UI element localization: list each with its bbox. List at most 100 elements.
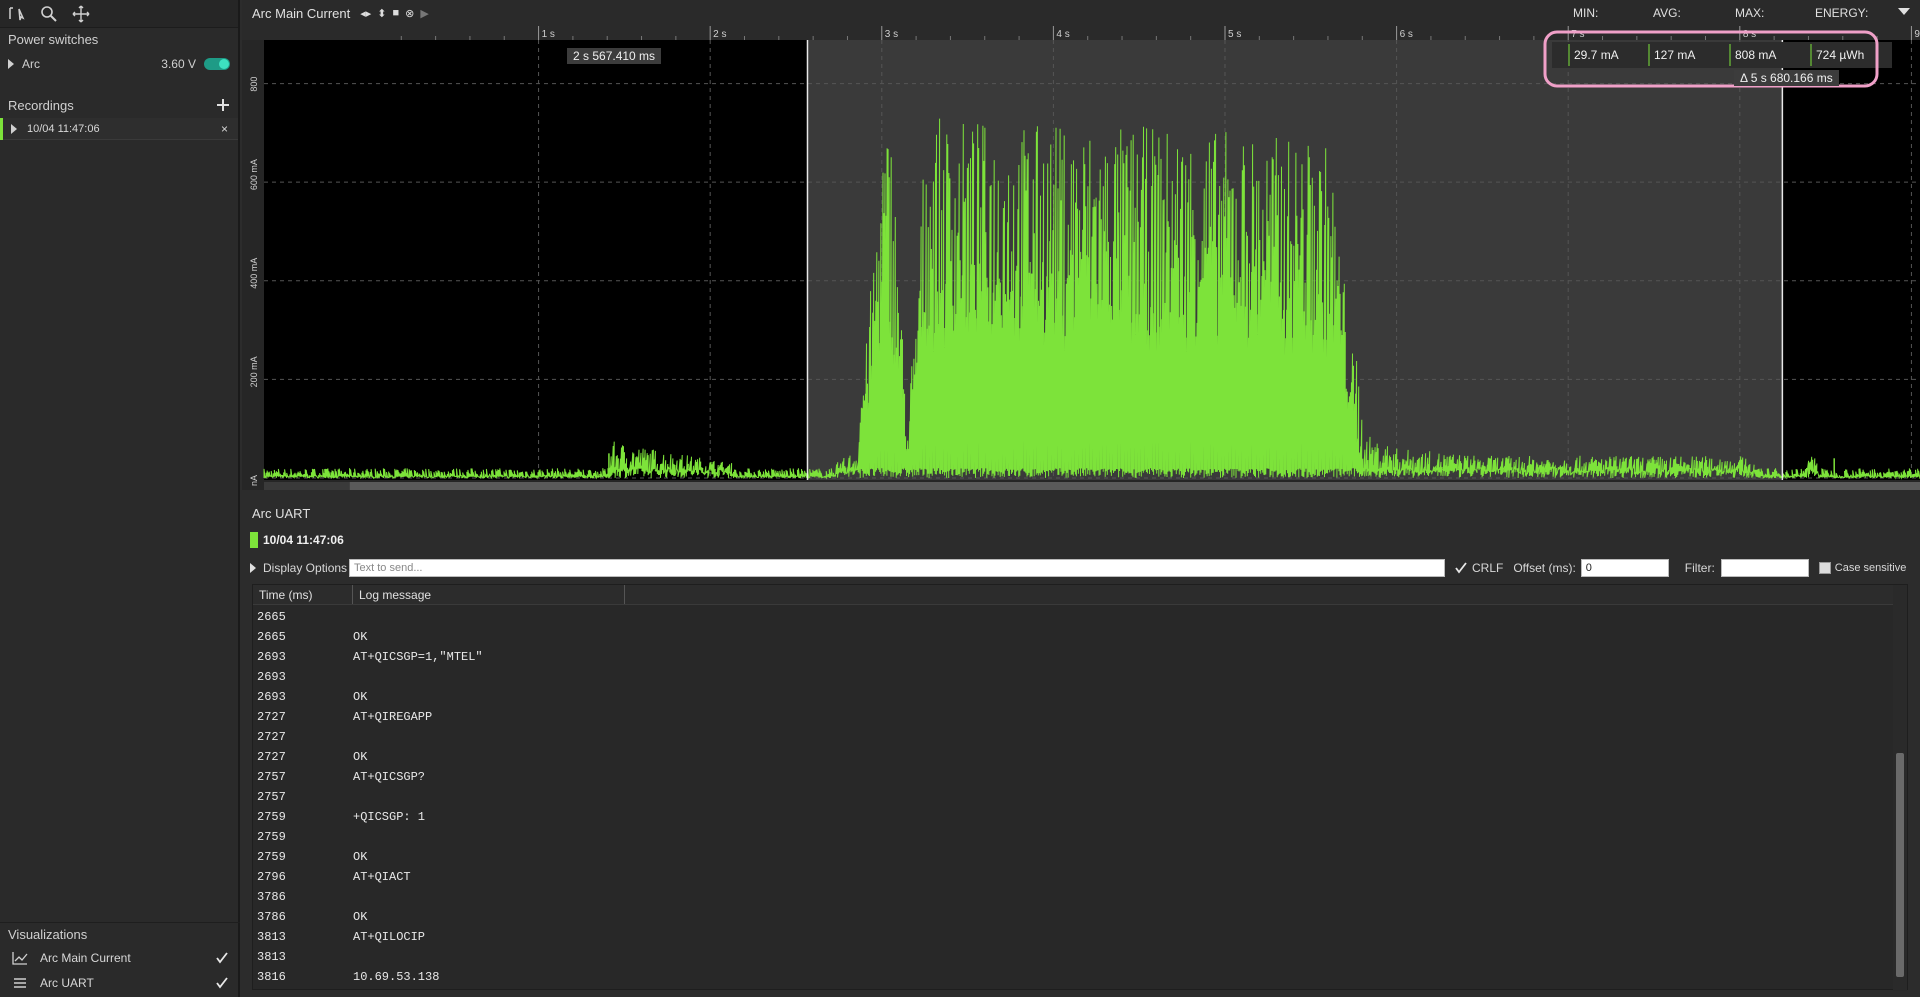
log-row[interactable]: 3813 — [253, 947, 1893, 967]
log-time: 2665 — [257, 610, 286, 624]
checkmark-icon[interactable] — [1455, 562, 1467, 574]
log-row[interactable]: 2693 OK — [253, 687, 1893, 707]
log-time: 2693 — [257, 670, 286, 684]
log-row[interactable]: 2727 AT+QIREGAPP — [253, 707, 1893, 727]
log-row[interactable]: 2757 — [253, 787, 1893, 807]
stat-label-avg: AVG: — [1653, 6, 1681, 20]
recordings-title: Recordings — [8, 97, 74, 113]
stat-value-max: 808 mA — [1735, 48, 1777, 62]
plot-header: Arc Main Current ◂▸ ⬍ ■ ⊗ ▶ MIN: AVG: MA… — [242, 0, 1920, 26]
y-tick-label: nA — [249, 475, 259, 486]
log-message: OK — [353, 630, 368, 644]
log-time: 2796 — [257, 870, 286, 884]
checkmark-icon[interactable] — [216, 951, 228, 964]
clear-icon[interactable]: ⊗ — [405, 7, 414, 20]
y-tick-label: 800 — [249, 77, 259, 92]
expand-caret-icon[interactable] — [8, 59, 14, 69]
stop-icon[interactable]: ■ — [393, 7, 400, 19]
line-chart-icon — [12, 951, 28, 965]
viz-item-main-current[interactable]: Arc Main Current — [0, 945, 240, 970]
offset-label: Offset (ms): — [1513, 561, 1576, 575]
recording-item[interactable]: 10/04 11:47:06 × — [0, 117, 238, 140]
log-time: 3786 — [257, 890, 286, 904]
toolbar — [0, 0, 238, 28]
x-tick-label: 6 s — [1400, 29, 1413, 40]
unselected-region-right — [1782, 40, 1920, 480]
log-message: AT+QICSGP? — [353, 770, 426, 784]
log-time: 2759 — [257, 850, 286, 864]
crlf-checkbox[interactable] — [1455, 562, 1467, 574]
stat-value-energy: 724 µWh — [1816, 48, 1865, 62]
y-tick-label: 600 mA — [249, 159, 259, 190]
log-row[interactable]: 2727 OK — [253, 747, 1893, 767]
send-text-input[interactable] — [349, 559, 1445, 577]
select-cursor-icon[interactable] — [8, 5, 26, 23]
log-row[interactable]: 2757 AT+QICSGP? — [253, 767, 1893, 787]
checkmark-icon[interactable] — [216, 976, 228, 989]
log-time: 2727 — [257, 730, 286, 744]
log-row[interactable]: 3816 10.69.53.138 — [253, 967, 1893, 987]
log-scrollbar-thumb[interactable] — [1896, 753, 1904, 977]
log-message: OK — [353, 750, 368, 764]
log-row[interactable]: 2759 +QICSGP: 1 — [253, 807, 1893, 827]
case-sensitive-checkbox[interactable] — [1818, 562, 1831, 574]
x-tick-label: 4 s — [1056, 29, 1069, 40]
close-recording-icon[interactable]: × — [221, 122, 228, 136]
x-tick-label: 9 s — [1914, 29, 1920, 40]
log-time: 2759 — [257, 810, 286, 824]
log-message: AT+QIREGAPP — [353, 710, 433, 724]
x-tick-label: 1 s — [542, 29, 555, 40]
viz-label: Arc UART — [40, 975, 94, 990]
cursor-delta-label: Δ 5 s 680.166 ms — [1734, 70, 1839, 86]
filter-label: Filter: — [1684, 561, 1715, 575]
recording-expand-icon[interactable] — [11, 123, 17, 134]
pan-icon[interactable] — [72, 5, 90, 23]
plot-title: Arc Main Current — [252, 5, 351, 21]
log-row[interactable]: 2727 — [253, 727, 1893, 747]
display-options-toggle[interactable]: Display Options — [263, 561, 349, 575]
toggle-knob — [219, 59, 229, 69]
display-options-caret-icon[interactable] — [250, 563, 256, 573]
log-scrollbar[interactable] — [1893, 585, 1907, 991]
stat-value-min: 29.7 mA — [1574, 48, 1619, 62]
crlf-label: CRLF — [1472, 561, 1504, 575]
log-time: 2727 — [257, 710, 286, 724]
log-row[interactable]: 2759 OK — [253, 847, 1893, 867]
y-tick-label: 200 mA — [249, 356, 259, 387]
log-row[interactable]: 2665 — [253, 607, 1893, 627]
column-header-time[interactable]: Time (ms) — [253, 585, 353, 604]
log-row[interactable]: 3786 — [253, 887, 1893, 907]
y-tick-label: 400 mA — [249, 258, 259, 289]
vertical-resize-icon[interactable]: ⬍ — [377, 7, 386, 20]
log-time: 2757 — [257, 790, 286, 804]
chevron-down-icon[interactable] — [1898, 8, 1910, 15]
add-recording-icon[interactable] — [216, 98, 230, 112]
column-header-message[interactable]: Log message — [353, 585, 625, 604]
power-toggle[interactable] — [204, 58, 230, 70]
log-message: OK — [353, 690, 368, 704]
viz-item-uart[interactable]: Arc UART — [0, 970, 240, 995]
current-plot-svg[interactable]: 1 s2 s3 s4 s5 s6 s7 s8 s9 snA200 mA400 m… — [242, 26, 1920, 490]
log-row[interactable]: 3786 OK — [253, 907, 1893, 927]
zoom-icon[interactable] — [40, 5, 58, 23]
horizontal-resize-icon[interactable]: ◂▸ — [360, 7, 371, 20]
log-row[interactable]: 2665 OK — [253, 627, 1893, 647]
log-row[interactable]: 2693 — [253, 667, 1893, 687]
visualizations-title: Visualizations — [8, 927, 88, 942]
offset-input[interactable] — [1580, 559, 1669, 577]
x-tick-label: 5 s — [1228, 29, 1241, 40]
log-row[interactable]: 2693 AT+QICSGP=1,"MTEL" — [253, 647, 1893, 667]
uart-panel: Arc UART 10/04 11:47:06 Display Options … — [242, 498, 1920, 997]
uart-title: Arc UART — [252, 506, 311, 521]
filter-input[interactable] — [1720, 559, 1809, 577]
log-row[interactable]: 2759 — [253, 827, 1893, 847]
log-time: 2759 — [257, 830, 286, 844]
x-tick-label: 2 s — [713, 29, 726, 40]
log-row[interactable]: 2796 AT+QIACT — [253, 867, 1893, 887]
sidebar: Power switches Arc 3.60 V Recordings 10/… — [0, 0, 240, 997]
play-icon[interactable]: ▶ — [420, 7, 428, 20]
current-plot[interactable]: 1 s2 s3 s4 s5 s6 s7 s8 s9 snA200 mA400 m… — [242, 26, 1920, 490]
log-row[interactable]: 3813 AT+QILOCIP — [253, 927, 1893, 947]
log-message: AT+QICSGP=1,"MTEL" — [353, 650, 483, 664]
power-switch-arc[interactable]: Arc 3.60 V — [0, 52, 238, 76]
